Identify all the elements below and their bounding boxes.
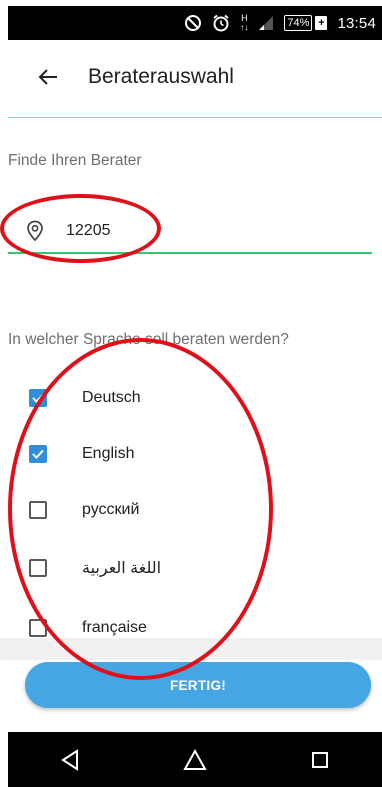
toolbar-divider [8,117,382,118]
language-list: Deutsch English русский اللغة العربية fr… [0,370,382,638]
zip-code-input[interactable] [66,222,326,240]
language-label: русский [82,501,140,518]
hspa-label: H [241,13,248,23]
language-item-english[interactable]: English [0,426,382,482]
arrow-left-icon [38,69,57,85]
zip-input-underline [8,252,372,254]
recents-icon [311,751,328,768]
nav-recents-button[interactable] [290,736,350,784]
nav-home-button[interactable] [165,736,225,784]
language-label: English [82,445,135,462]
charging-icon: + [315,16,328,30]
location-field[interactable] [22,208,374,254]
language-label: française [82,619,147,636]
do-not-disturb-icon [184,13,202,33]
system-nav-bar [8,732,382,787]
language-item-deutsch[interactable]: Deutsch [0,370,382,426]
language-label: Deutsch [82,389,141,406]
alarm-clock-icon [212,13,230,33]
checkmark-icon [32,449,44,459]
checkbox-unchecked[interactable] [29,559,47,577]
checkbox-unchecked[interactable] [29,501,47,519]
status-clock: 13:54 [337,14,376,32]
checkbox-unchecked[interactable] [29,619,47,637]
language-label: اللغة العربية [82,560,162,577]
status-bar: H ↑↓ 74% + 13:54 [8,6,382,40]
location-pin-icon [22,218,48,244]
app-toolbar: Beraterauswahl [0,40,382,114]
language-item-french[interactable]: française [0,600,382,638]
search-label: Finde Ihren Berater [8,152,142,169]
nav-back-button[interactable] [40,736,100,784]
language-question: In welcher Sprache soll beraten werden? [8,331,289,348]
battery-percent: 74% [284,15,313,31]
battery-indicator: 74% + [284,15,328,31]
back-button[interactable] [22,51,74,103]
language-item-arabic[interactable]: اللغة العربية [0,540,382,596]
footer-backdrop [0,638,382,660]
checkbox-checked[interactable] [29,445,47,463]
hspa-data-icon: H ↑↓ [240,13,249,33]
checkmark-icon [32,393,44,403]
language-item-russian[interactable]: русский [0,482,382,538]
checkbox-checked[interactable] [29,389,47,407]
signal-icon [258,13,274,33]
home-icon [183,748,207,770]
page-title: Beraterauswahl [88,65,234,88]
done-button[interactable]: FERTIG! [25,662,371,708]
back-triangle-icon [61,748,79,771]
